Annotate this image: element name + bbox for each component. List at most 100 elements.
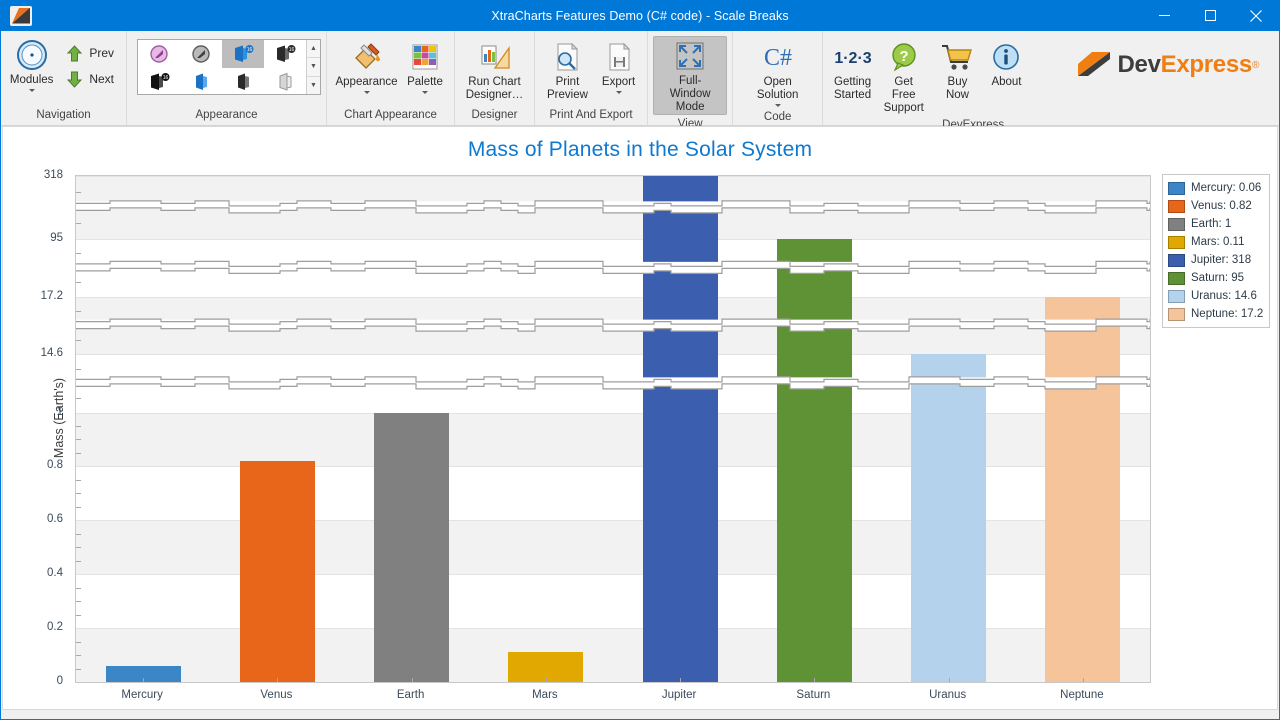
export-button[interactable]: Export <box>595 37 642 95</box>
y-axis-tick-label: 0.8 <box>47 459 69 471</box>
buy-now-label: Buy Now <box>937 76 977 102</box>
full-window-mode-label-1: Full-Window <box>660 75 720 101</box>
ribbon-group-designer-caption: Designer <box>455 106 534 126</box>
chevron-down-icon[interactable] <box>29 89 35 92</box>
bar-venus[interactable] <box>240 461 315 682</box>
plot-band <box>76 413 1150 467</box>
print-preview-button[interactable]: Print Preview <box>540 37 595 103</box>
chevron-down-icon[interactable] <box>422 91 428 94</box>
plot-band <box>76 297 1150 354</box>
bar-jupiter[interactable] <box>643 176 718 682</box>
grid-line <box>76 354 1150 355</box>
plot-band <box>76 520 1150 574</box>
legend-item[interactable]: Venus: 0.82 <box>1168 197 1263 215</box>
y-axis-minor-tick <box>76 561 81 562</box>
maximize-button[interactable] <box>1187 0 1233 31</box>
svg-text:C#: C# <box>764 45 792 71</box>
y-axis-tick-label: 0.4 <box>47 567 69 579</box>
csharp-icon: C# <box>760 41 796 73</box>
x-axis-tick-label: Uranus <box>929 689 966 701</box>
getting-started-button[interactable]: 1·2·3 Getting Started <box>828 37 877 103</box>
ribbon-group-print-and-export: Print Preview Export <box>535 31 648 126</box>
x-axis-tick-label: Mars <box>532 689 558 701</box>
next-button[interactable]: Next <box>57 66 121 92</box>
ribbon-group-chart-appearance: Appearance Palette C <box>327 31 455 126</box>
prev-button[interactable]: Prev <box>57 40 121 66</box>
y-axis-minor-tick <box>76 453 81 454</box>
legend-label: Earth: 1 <box>1191 218 1231 230</box>
appearance-button[interactable]: Appearance <box>332 37 401 95</box>
x-axis-tick-label: Saturn <box>796 689 830 701</box>
legend-item[interactable]: Neptune: 17.2 <box>1168 305 1263 323</box>
minimize-button[interactable] <box>1141 0 1187 31</box>
y-axis-minor-tick <box>76 480 81 481</box>
legend-item[interactable]: Uranus: 14.6 <box>1168 287 1263 305</box>
legend-item[interactable]: Mercury: 0.06 <box>1168 179 1263 197</box>
x-axis-tick-label: Mercury <box>121 689 163 701</box>
close-button[interactable] <box>1233 0 1279 31</box>
about-label: About <box>991 76 1021 89</box>
appearance-gallery[interactable]: 16 16 16 <box>137 39 321 95</box>
print-preview-label-2: Preview <box>547 89 588 102</box>
gallery-scroll-down-icon[interactable]: ▼ <box>307 58 320 76</box>
theme-item-office-dark-icon[interactable]: 16 <box>138 68 180 96</box>
palette-button[interactable]: Palette <box>401 37 449 95</box>
y-axis-minor-tick <box>76 369 81 370</box>
x-axis-tick <box>546 678 547 682</box>
legend-item[interactable]: Saturn: 95 <box>1168 269 1263 287</box>
arrow-down-icon <box>64 69 84 89</box>
theme-item-dark-gray-icon[interactable] <box>222 68 264 96</box>
theme-item-office-violet-icon[interactable] <box>138 40 180 68</box>
legend-item[interactable]: Mars: 0.11 <box>1168 233 1263 251</box>
legend-label: Mars: 0.11 <box>1191 236 1244 248</box>
devexpress-logo-express: Express <box>1161 51 1252 79</box>
theme-item-office-black-icon[interactable]: 16 <box>264 40 306 68</box>
legend-label: Venus: 0.82 <box>1191 200 1252 212</box>
legend-item[interactable]: Earth: 1 <box>1168 215 1263 233</box>
chevron-down-icon[interactable] <box>616 91 622 94</box>
ribbon-group-devexpress: 1·2·3 Getting Started ? Get Free Suppor <box>823 31 1280 126</box>
y-axis-minor-tick <box>76 207 81 208</box>
buy-now-button[interactable]: Buy Now <box>930 37 984 103</box>
bar-neptune[interactable] <box>1045 297 1120 682</box>
export-icon <box>603 41 635 73</box>
grid-line <box>76 574 1150 575</box>
theme-item-office-gray-icon[interactable] <box>180 40 222 68</box>
about-button[interactable]: About <box>984 37 1028 90</box>
prev-label: Prev <box>89 47 114 60</box>
legend-swatch <box>1168 254 1185 267</box>
x-axis-tick-label: Earth <box>397 689 425 701</box>
bar-uranus[interactable] <box>911 354 986 682</box>
modules-button[interactable]: Modules <box>8 35 55 93</box>
open-solution-button[interactable]: C# Open Solution <box>736 37 820 108</box>
shopping-cart-icon <box>940 41 974 73</box>
ribbon-group-appearance: 16 16 16 <box>127 31 327 126</box>
y-axis-tick-label: 14.6 <box>41 347 69 359</box>
get-free-support-button[interactable]: ? Get Free Support <box>877 37 930 116</box>
theme-item-office-blue-selected-icon[interactable]: 16 <box>222 40 264 68</box>
palette-grid-icon <box>409 41 441 73</box>
bar-saturn[interactable] <box>777 239 852 682</box>
gallery-scroll-up-icon[interactable]: ▲ <box>307 40 320 58</box>
gallery-scrollbar[interactable]: ▲ ▼ ▼ <box>306 40 320 94</box>
y-axis-minor-tick <box>76 223 81 224</box>
full-window-mode-button[interactable]: Full-Window Mode <box>653 36 727 115</box>
theme-item-light-gray-icon[interactable] <box>264 68 306 96</box>
chevron-down-icon[interactable] <box>364 91 370 94</box>
legend-item[interactable]: Jupiter: 318 <box>1168 251 1263 269</box>
chart-container: Mass of Planets in the Solar System Mass… <box>2 126 1278 710</box>
legend-swatch <box>1168 290 1185 303</box>
legend-label: Mercury: 0.06 <box>1191 182 1261 194</box>
getting-started-label-1: Getting <box>834 76 871 89</box>
run-chart-designer-button[interactable]: Run Chart Designer… <box>460 37 529 103</box>
chevron-down-icon[interactable] <box>775 104 781 107</box>
y-axis-minor-tick <box>76 642 81 643</box>
gallery-expand-icon[interactable]: ▼ <box>307 77 320 94</box>
theme-item-blue-icon[interactable] <box>180 68 222 96</box>
bar-earth[interactable] <box>374 413 449 683</box>
legend-label: Jupiter: 318 <box>1191 254 1251 266</box>
ribbon-group-chart-appearance-caption: Chart Appearance <box>327 106 454 126</box>
grid-line <box>76 682 1150 683</box>
getting-started-label-2: Started <box>834 89 871 102</box>
ribbon-group-print-and-export-caption: Print And Export <box>535 106 647 126</box>
